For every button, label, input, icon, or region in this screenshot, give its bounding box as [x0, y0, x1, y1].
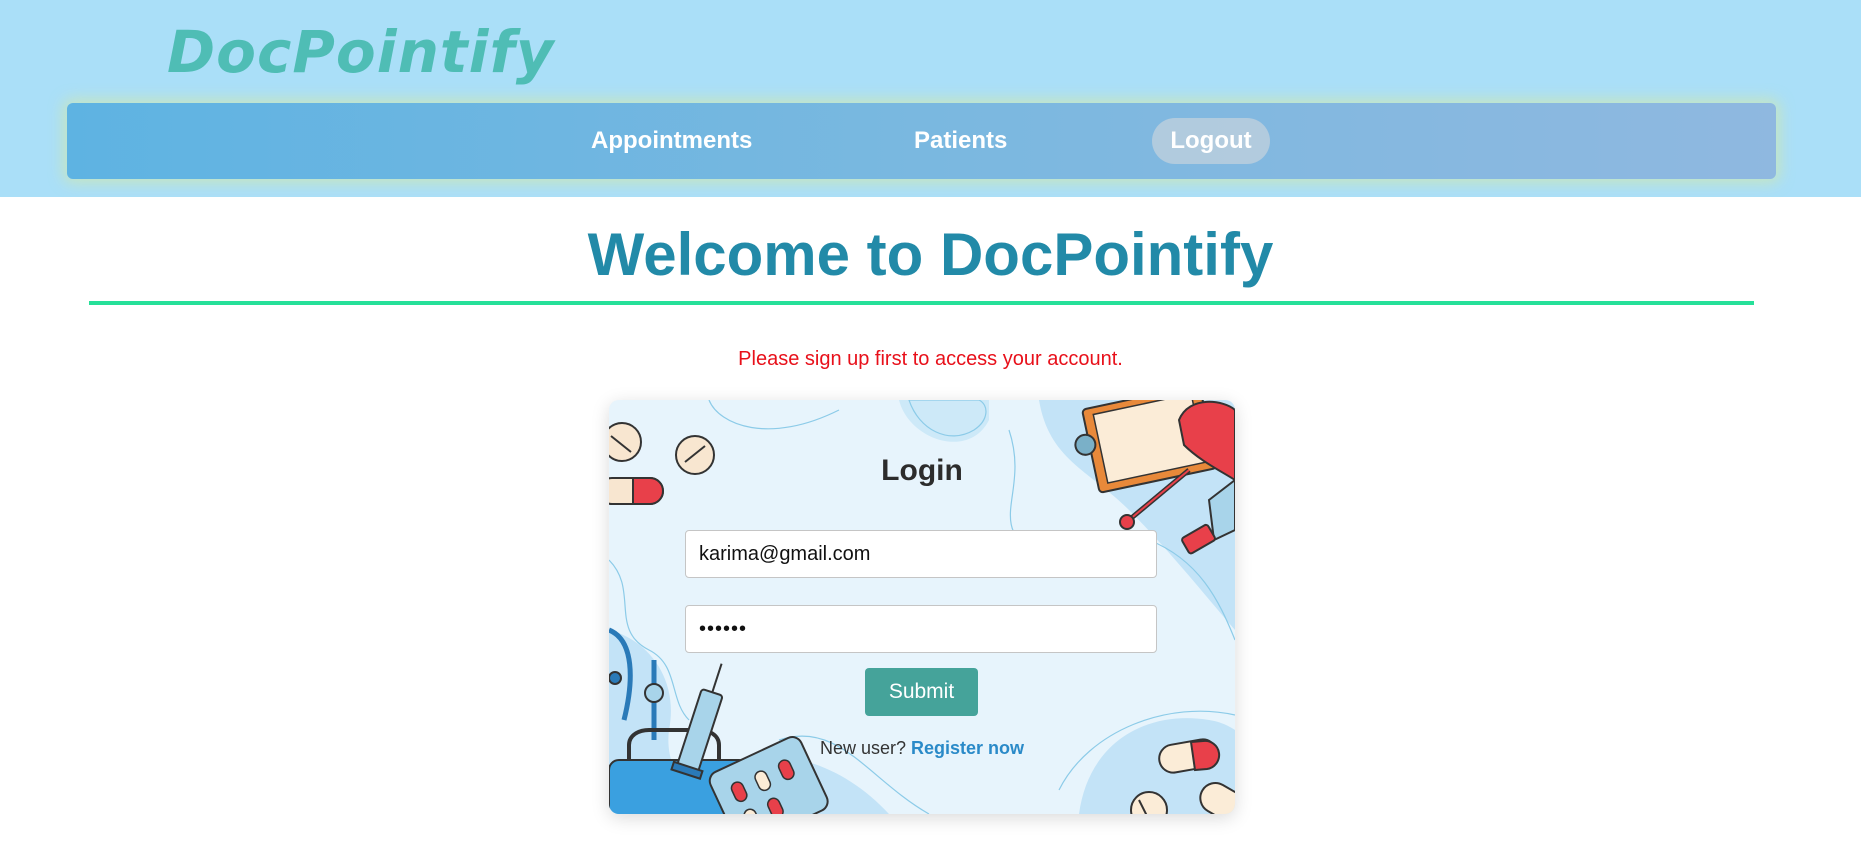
brand-logo[interactable]: DocPointify: [167, 18, 555, 86]
password-field[interactable]: ••••••: [685, 605, 1157, 653]
logout-button[interactable]: Logout: [1152, 118, 1270, 164]
email-field[interactable]: karima@gmail.com: [685, 530, 1157, 578]
register-prompt: New user? Register now: [609, 738, 1235, 759]
nav-patients[interactable]: Patients: [914, 118, 1007, 164]
submit-button[interactable]: Submit: [865, 668, 978, 716]
title-divider: [89, 301, 1754, 305]
login-title: Login: [881, 454, 963, 487]
login-card: Login karima@gmail.com •••••• Submit New…: [609, 400, 1235, 814]
signup-alert: Please sign up first to access your acco…: [738, 348, 1123, 370]
navbar: Appointments Patients Logout: [67, 103, 1776, 179]
page-title: Welcome to DocPointify: [587, 221, 1274, 288]
register-link[interactable]: Register now: [911, 738, 1024, 758]
header: DocPointify Appointments Patients Logout: [0, 0, 1861, 197]
nav-appointments[interactable]: Appointments: [591, 118, 752, 164]
new-user-text: New user?: [819, 738, 906, 758]
